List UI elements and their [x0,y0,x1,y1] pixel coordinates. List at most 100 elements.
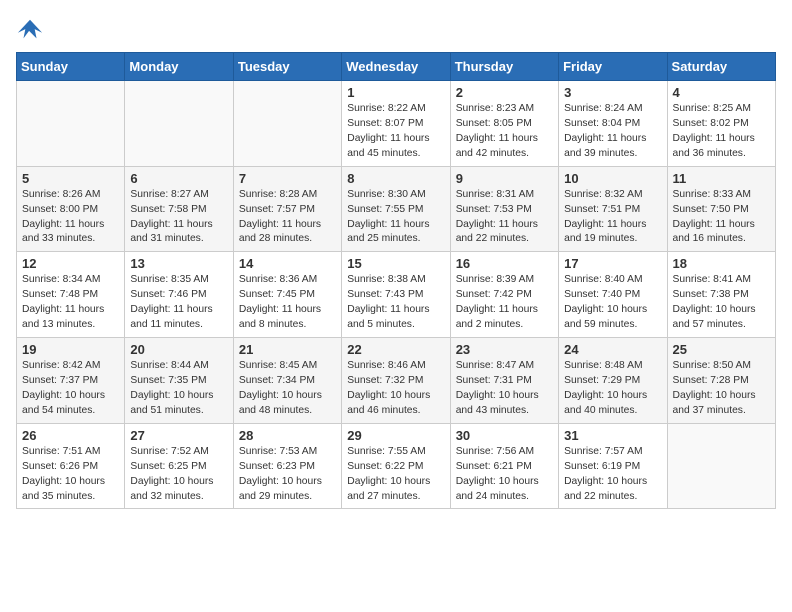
day-info: Sunrise: 8:47 AM Sunset: 7:31 PM Dayligh… [456,359,553,419]
day-info: Sunrise: 7:55 AM Sunset: 6:22 PM Dayligh… [347,445,444,505]
day-number: 20 [130,342,227,357]
logo-icon [16,16,44,44]
day-info: Sunrise: 8:24 AM Sunset: 8:04 PM Dayligh… [564,102,661,162]
day-info: Sunrise: 8:22 AM Sunset: 8:07 PM Dayligh… [347,102,444,162]
day-number: 1 [347,85,444,100]
calendar-cell: 8 Sunrise: 8:30 AM Sunset: 7:55 PM Daylig… [342,166,450,252]
day-number: 21 [239,342,336,357]
calendar-cell: 21 Sunrise: 8:45 AM Sunset: 7:34 PM Dayli… [233,338,341,424]
day-info: Sunrise: 8:27 AM Sunset: 7:58 PM Dayligh… [130,188,227,248]
calendar-cell: 18 Sunrise: 8:41 AM Sunset: 7:38 PM Dayli… [667,252,775,338]
calendar-cell: 6 Sunrise: 8:27 AM Sunset: 7:58 PM Daylig… [125,166,233,252]
day-info: Sunrise: 8:32 AM Sunset: 7:51 PM Dayligh… [564,188,661,248]
day-info: Sunrise: 8:25 AM Sunset: 8:02 PM Dayligh… [673,102,770,162]
calendar-cell: 15 Sunrise: 8:38 AM Sunset: 7:43 PM Dayli… [342,252,450,338]
calendar-cell [233,81,341,167]
day-number: 18 [673,256,770,271]
weekday-header: Friday [559,53,667,81]
calendar-week-row: 5Sunrise: 8:26 AM Sunset: 8:00 PM Daylig… [17,166,776,252]
day-info: Sunrise: 8:50 AM Sunset: 7:28 PM Dayligh… [673,359,770,419]
day-number: 25 [673,342,770,357]
day-info: Sunrise: 8:38 AM Sunset: 7:43 PM Dayligh… [347,273,444,333]
weekday-header: Monday [125,53,233,81]
day-number: 22 [347,342,444,357]
calendar-week-row: 19 Sunrise: 8:42 AM Sunset: 7:37 PM Dayli… [17,338,776,424]
day-info: Sunrise: 8:46 AM Sunset: 7:32 PM Dayligh… [347,359,444,419]
calendar-week-row: 12 Sunrise: 8:34 AM Sunset: 7:48 PM Dayli… [17,252,776,338]
day-info: Sunrise: 7:53 AM Sunset: 6:23 PM Dayligh… [239,445,336,505]
calendar-cell: 22 Sunrise: 8:46 AM Sunset: 7:32 PM Dayli… [342,338,450,424]
calendar-cell [125,81,233,167]
calendar-cell: 25 Sunrise: 8:50 AM Sunset: 7:28 PM Dayli… [667,338,775,424]
day-info: Sunrise: 8:36 AM Sunset: 7:45 PM Dayligh… [239,273,336,333]
day-number: 7 [239,171,336,186]
calendar-cell: 31Sunrise: 7:57 AM Sunset: 6:19 PM Dayli… [559,423,667,509]
day-info: Sunrise: 7:57 AM Sunset: 6:19 PM Dayligh… [564,445,661,505]
calendar-cell: 28 Sunrise: 7:53 AM Sunset: 6:23 PM Dayli… [233,423,341,509]
calendar-week-row: 1 Sunrise: 8:22 AM Sunset: 8:07 PM Daylig… [17,81,776,167]
calendar-cell: 24 Sunrise: 8:48 AM Sunset: 7:29 PM Dayli… [559,338,667,424]
calendar-cell: 4 Sunrise: 8:25 AM Sunset: 8:02 PM Daylig… [667,81,775,167]
day-info: Sunrise: 8:41 AM Sunset: 7:38 PM Dayligh… [673,273,770,333]
day-number: 16 [456,256,553,271]
day-number: 9 [456,171,553,186]
weekday-header: Tuesday [233,53,341,81]
day-info: Sunrise: 8:30 AM Sunset: 7:55 PM Dayligh… [347,188,444,248]
day-number: 28 [239,428,336,443]
day-info: Sunrise: 8:44 AM Sunset: 7:35 PM Dayligh… [130,359,227,419]
day-number: 10 [564,171,661,186]
day-info: Sunrise: 8:28 AM Sunset: 7:57 PM Dayligh… [239,188,336,248]
calendar-cell [17,81,125,167]
day-info: Sunrise: 8:26 AM Sunset: 8:00 PM Dayligh… [22,188,119,248]
calendar-cell: 26 Sunrise: 7:51 AM Sunset: 6:26 PM Dayli… [17,423,125,509]
calendar-cell: 30 Sunrise: 7:56 AM Sunset: 6:21 PM Dayli… [450,423,558,509]
day-number: 26 [22,428,119,443]
day-info: Sunrise: 8:40 AM Sunset: 7:40 PM Dayligh… [564,273,661,333]
day-info: Sunrise: 8:31 AM Sunset: 7:53 PM Dayligh… [456,188,553,248]
day-number: 2 [456,85,553,100]
weekday-header: Wednesday [342,53,450,81]
logo [16,16,48,44]
day-number: 17 [564,256,661,271]
day-info: Sunrise: 8:33 AM Sunset: 7:50 PM Dayligh… [673,188,770,248]
calendar-cell: 20 Sunrise: 8:44 AM Sunset: 7:35 PM Dayli… [125,338,233,424]
day-number: 30 [456,428,553,443]
calendar-cell: 12 Sunrise: 8:34 AM Sunset: 7:48 PM Dayli… [17,252,125,338]
day-number: 6 [130,171,227,186]
day-number: 14 [239,256,336,271]
calendar-cell: 7 Sunrise: 8:28 AM Sunset: 7:57 PM Daylig… [233,166,341,252]
day-number: 8 [347,171,444,186]
day-number: 12 [22,256,119,271]
day-info: Sunrise: 8:48 AM Sunset: 7:29 PM Dayligh… [564,359,661,419]
day-number: 4 [673,85,770,100]
day-number: 27 [130,428,227,443]
calendar-cell: 23 Sunrise: 8:47 AM Sunset: 7:31 PM Dayli… [450,338,558,424]
day-number: 19 [22,342,119,357]
calendar-cell [667,423,775,509]
weekday-header: Thursday [450,53,558,81]
calendar-cell: 1 Sunrise: 8:22 AM Sunset: 8:07 PM Daylig… [342,81,450,167]
day-info: Sunrise: 8:45 AM Sunset: 7:34 PM Dayligh… [239,359,336,419]
calendar-cell: 27Sunrise: 7:52 AM Sunset: 6:25 PM Dayli… [125,423,233,509]
day-info: Sunrise: 8:39 AM Sunset: 7:42 PM Dayligh… [456,273,553,333]
day-number: 29 [347,428,444,443]
page-header [16,16,776,44]
day-info: Sunrise: 7:51 AM Sunset: 6:26 PM Dayligh… [22,445,119,505]
calendar-cell: 10 Sunrise: 8:32 AM Sunset: 7:51 PM Dayli… [559,166,667,252]
day-info: Sunrise: 7:56 AM Sunset: 6:21 PM Dayligh… [456,445,553,505]
day-number: 24 [564,342,661,357]
weekday-header-row: SundayMondayTuesdayWednesdayThursdayFrid… [17,53,776,81]
calendar-cell: 2Sunrise: 8:23 AM Sunset: 8:05 PM Daylig… [450,81,558,167]
day-info: Sunrise: 8:34 AM Sunset: 7:48 PM Dayligh… [22,273,119,333]
weekday-header: Sunday [17,53,125,81]
day-number: 15 [347,256,444,271]
day-number: 13 [130,256,227,271]
day-number: 23 [456,342,553,357]
day-info: Sunrise: 8:42 AM Sunset: 7:37 PM Dayligh… [22,359,119,419]
calendar-cell: 17 Sunrise: 8:40 AM Sunset: 7:40 PM Dayli… [559,252,667,338]
calendar-cell: 13 Sunrise: 8:35 AM Sunset: 7:46 PM Dayli… [125,252,233,338]
weekday-header: Saturday [667,53,775,81]
calendar-cell: 11Sunrise: 8:33 AM Sunset: 7:50 PM Dayli… [667,166,775,252]
day-info: Sunrise: 8:35 AM Sunset: 7:46 PM Dayligh… [130,273,227,333]
calendar-cell: 9 Sunrise: 8:31 AM Sunset: 7:53 PM Daylig… [450,166,558,252]
